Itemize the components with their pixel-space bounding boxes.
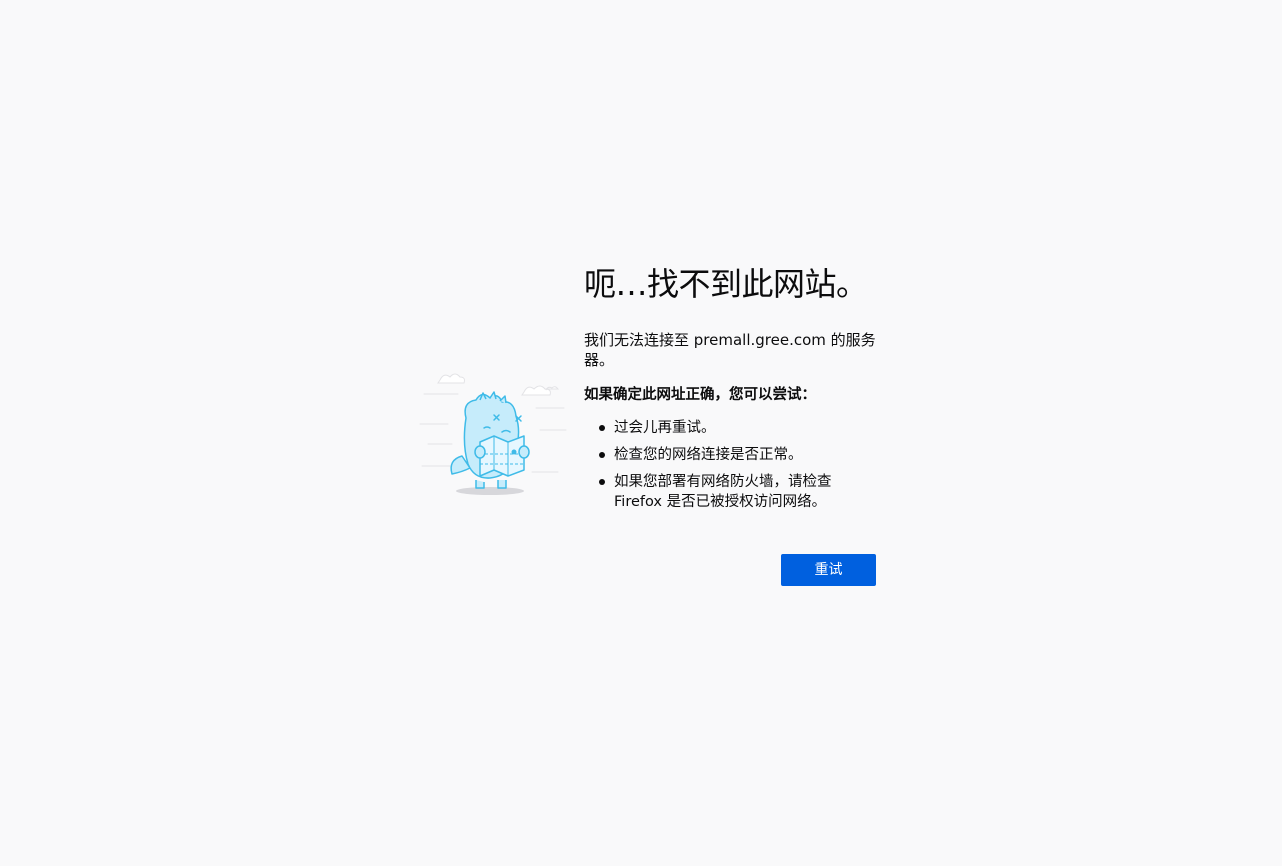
try-heading: 如果确定此网址正确，您可以尝试： (584, 387, 816, 403)
confused-dinosaur-with-map-icon (418, 368, 568, 500)
retry-button[interactable]: 重试 (781, 554, 876, 586)
tip-item: 检查您的网络连接是否正常。 (599, 445, 876, 465)
tip-text: 如果您部署有网络防火墙，请检查 Firefox 是否已被授权访问网络。 (614, 474, 832, 510)
bullet-icon (599, 425, 605, 431)
tip-item: 过会儿再重试。 (599, 418, 876, 438)
error-description: 我们无法连接至 premall.gree.com 的服务器。 (584, 331, 876, 369)
bullet-icon (599, 479, 605, 485)
error-container: 呃…找不到此网站。 我们无法连接至 premall.gree.com 的服务器。… (584, 262, 876, 586)
error-title: 呃…找不到此网站。 (584, 265, 868, 303)
tip-item: 如果您部署有网络防火墙，请检查 Firefox 是否已被授权访问网络。 (599, 472, 876, 512)
bullet-icon (599, 452, 605, 458)
tip-text: 过会儿再重试。 (614, 420, 716, 436)
tips-list: 过会儿再重试。 检查您的网络连接是否正常。 如果您部署有网络防火墙，请检查 Fi… (584, 418, 876, 512)
tip-text: 检查您的网络连接是否正常。 (614, 447, 803, 463)
button-row: 重试 (584, 554, 876, 586)
